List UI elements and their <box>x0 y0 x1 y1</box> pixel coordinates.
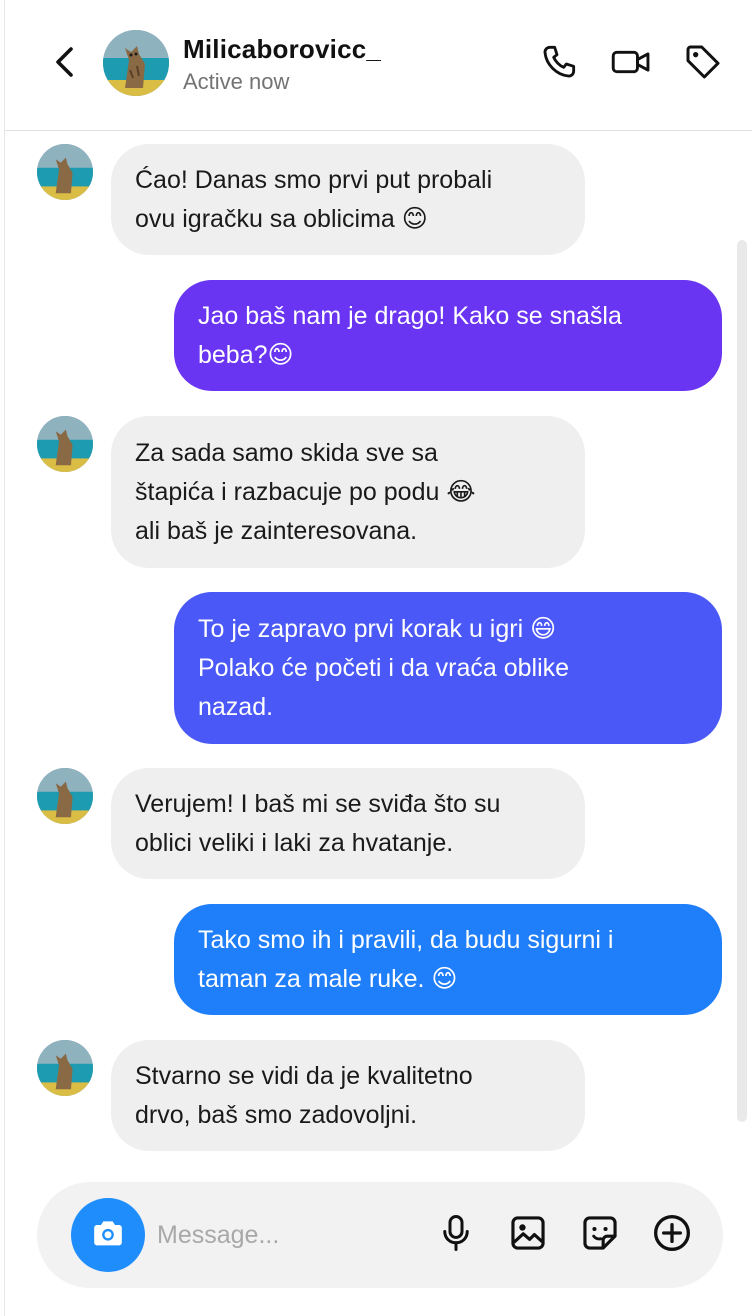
camera-button[interactable] <box>71 1198 145 1272</box>
message-line: Tako smo ih i pravili, da budu sigurni i <box>198 925 614 954</box>
message-bubble-outgoing[interactable]: Tako smo ih i pravili, da budu sigurni i… <box>174 904 722 1015</box>
sender-avatar[interactable] <box>37 144 93 200</box>
message-bubble-incoming[interactable]: Ćao! Danas smo prvi put probali ovu igra… <box>111 144 585 255</box>
message-line: ali baš je zainteresovana. <box>135 516 418 545</box>
chat-header: Milicaborovicc_ Active now <box>5 0 752 131</box>
message-line: Ćao! Danas smo prvi put probali <box>135 165 493 194</box>
sender-avatar[interactable] <box>37 416 93 472</box>
message-line: taman za male ruke. 😊 <box>198 964 458 993</box>
message-line: oblici veliki i laki za hvatanje. <box>135 828 454 857</box>
sticker-icon <box>581 1214 619 1257</box>
message-bubble-outgoing[interactable]: Jao baš nam je drago! Kako se snašla beb… <box>174 280 722 391</box>
video-camera-icon <box>610 42 652 87</box>
gallery-button[interactable] <box>507 1214 549 1256</box>
cat-photo <box>103 30 169 96</box>
message-line: Za sada samo skida sve sa <box>135 438 438 467</box>
contact-avatar[interactable] <box>103 30 169 96</box>
cat-photo <box>37 416 93 472</box>
phone-icon <box>539 42 579 87</box>
message-line: Jao baš nam je drago! Kako se snašla <box>198 301 622 330</box>
call-button[interactable] <box>537 42 581 86</box>
image-icon <box>509 1214 547 1257</box>
message-line: beba?😊 <box>198 340 294 369</box>
chat-window: Milicaborovicc_ Active now Ćao! Danas sm… <box>4 0 752 1316</box>
cat-photo <box>37 768 93 824</box>
message-line: ovu igračku sa oblicima 😊 <box>135 204 428 233</box>
message-line: nazad. <box>198 692 274 721</box>
contact-status: Active now <box>183 69 290 94</box>
message-bubble-incoming[interactable]: Stvarno se vidi da je kvalitetno drvo, b… <box>111 1040 585 1151</box>
sticker-button[interactable] <box>579 1214 621 1256</box>
message-text: Verujem! I baš mi se sviđa što su oblici… <box>135 785 500 863</box>
video-call-button[interactable] <box>609 42 653 86</box>
message-line: To je zapravo prvi korak u igri 😄 <box>198 614 557 643</box>
message-input[interactable] <box>157 1212 417 1258</box>
cat-photo <box>37 144 93 200</box>
message-text: Ćao! Danas smo prvi put probali ovu igra… <box>135 161 492 239</box>
tag-button[interactable] <box>681 42 725 86</box>
message-bubble-incoming[interactable]: Za sada samo skida sve sa štapića i razb… <box>111 416 585 568</box>
back-button[interactable] <box>47 44 83 84</box>
message-line: Polako će početi i da vraća oblike <box>198 653 570 682</box>
message-text: Tako smo ih i pravili, da budu sigurni i… <box>198 921 613 999</box>
microphone-icon <box>438 1213 474 1258</box>
more-options-button[interactable] <box>651 1214 693 1256</box>
message-text: Za sada samo skida sve sa štapića i razb… <box>135 434 476 551</box>
voice-message-button[interactable] <box>435 1214 477 1256</box>
sender-avatar[interactable] <box>37 768 93 824</box>
message-line: Stvarno se vidi da je kvalitetno <box>135 1061 473 1090</box>
message-scrollbar[interactable] <box>737 240 747 1122</box>
message-text: Jao baš nam je drago! Kako se snašla beb… <box>198 297 622 375</box>
chevron-left-icon <box>54 46 76 83</box>
message-line: štapića i razbacuje po podu 😂 <box>135 477 476 506</box>
message-bubble-outgoing[interactable]: To je zapravo prvi korak u igri 😄 Polako… <box>174 592 722 744</box>
camera-icon <box>90 1217 126 1254</box>
message-composer <box>37 1182 723 1288</box>
message-bubble-incoming[interactable]: Verujem! I baš mi se sviđa što su oblici… <box>111 768 585 879</box>
message-text: Stvarno se vidi da je kvalitetno drvo, b… <box>135 1057 473 1135</box>
cat-photo <box>37 1040 93 1096</box>
message-line: drvo, baš smo zadovoljni. <box>135 1100 418 1129</box>
message-line: Verujem! I baš mi se sviđa što su <box>135 789 501 818</box>
plus-circle-icon <box>652 1213 692 1258</box>
tag-icon <box>683 42 723 87</box>
contact-name[interactable]: Milicaborovicc_ <box>183 34 381 65</box>
sender-avatar[interactable] <box>37 1040 93 1096</box>
message-text: To je zapravo prvi korak u igri 😄 Polako… <box>198 610 569 727</box>
